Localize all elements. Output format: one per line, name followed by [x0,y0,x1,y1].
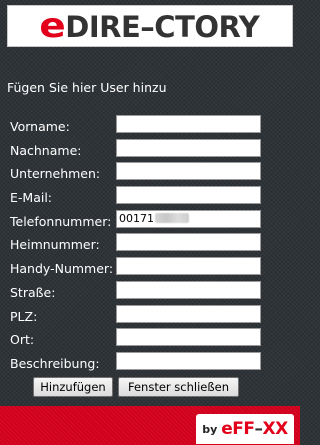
strasse-label: Straße: [10,284,56,300]
ort-label: Ort: [10,332,35,348]
form-row-ort: Ort: [10,327,272,351]
logo-e-letter: e [39,6,66,46]
unternehmen-label: Unternehmen: [10,166,101,182]
email-input[interactable] [116,186,261,205]
brand-end-part: XX [262,419,289,439]
ort-input[interactable] [116,328,261,347]
effexx-brand: eFF–XX [221,419,289,439]
redacted-blur [155,212,189,223]
unternehmen-input[interactable] [116,162,261,181]
email-label: E-Mail: [10,190,53,206]
by-label: by [202,422,218,436]
effexx-logo: by eFF–XX [196,414,294,444]
nachname-label: Nachname: [10,142,82,158]
vorname-label: Vorname: [10,119,70,134]
form-row-strasse: Straße: [10,280,272,304]
brand-red-part: eFF [221,419,255,439]
form-row-unternehmen: Unternehmen: [10,161,272,185]
footer-bar: by eFF–XX [0,406,300,445]
form-row-telefonnummer: Telefonnummer: 00171 [10,209,272,233]
plz-input[interactable] [116,304,261,323]
brand-mid-part: – [254,419,264,439]
beschreibung-input[interactable] [116,351,261,370]
form-row-nachname: Nachname: [10,138,272,162]
form-row-vorname: Vorname: [10,114,272,138]
beschreibung-label: Beschreibung: [10,355,100,371]
form-row-email: E-Mail: [10,185,272,209]
heimnummer-input[interactable] [116,233,261,252]
form-row-plz: PLZ: [10,304,272,328]
telefonnummer-value: 00171 [119,211,154,225]
user-form: Vorname: Nachname: Unternehmen: E-Mail: … [10,114,272,375]
strasse-input[interactable] [116,280,261,299]
logo-text: eDIRE–CTORY [39,6,260,46]
logo-word: DIRE–CTORY [65,10,260,44]
edirectory-logo: eDIRE–CTORY [7,5,293,47]
handy-nummer-label: Handy-Nummer: [10,261,114,277]
form-row-handy-nummer: Handy-Nummer: [10,256,272,280]
telefonnummer-input[interactable]: 00171 [116,209,261,228]
close-window-button[interactable]: Fenster schließen [118,377,239,397]
heimnummer-label: Heimnummer: [10,237,100,253]
handy-nummer-input[interactable] [116,257,261,276]
form-title: Fügen Sie hier User hinzu [7,80,167,95]
vorname-input[interactable] [116,115,261,133]
telefonnummer-label: Telefonnummer: [10,213,112,229]
form-row-beschreibung: Beschreibung: [10,351,272,375]
form-row-heimnummer: Heimnummer: [10,232,272,256]
nachname-input[interactable] [116,138,261,157]
add-user-button[interactable]: Hinzufügen [33,377,113,397]
plz-label: PLZ: [10,308,38,324]
